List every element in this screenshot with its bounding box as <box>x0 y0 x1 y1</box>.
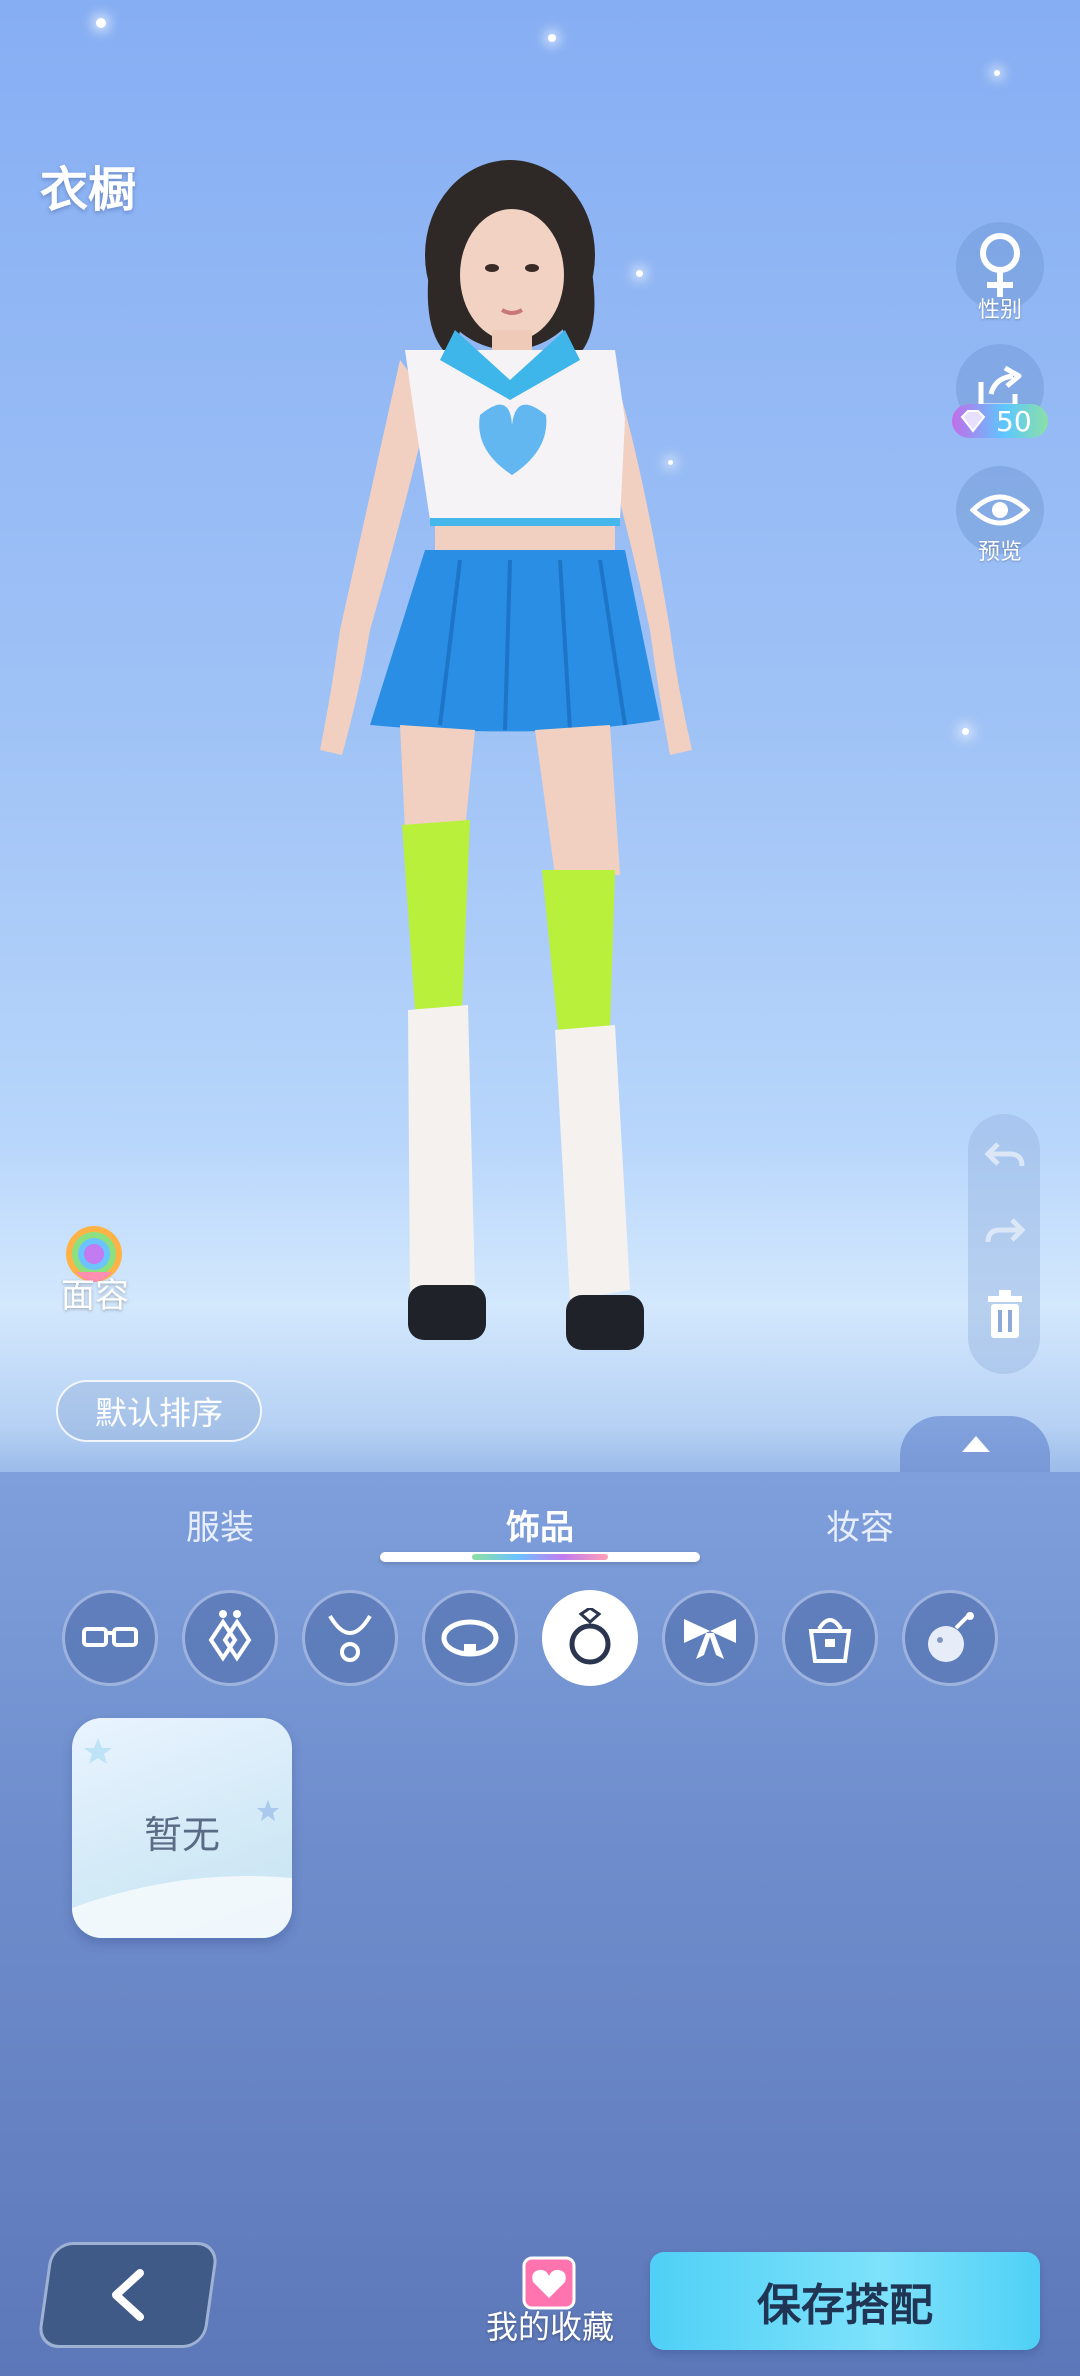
category-glasses[interactable] <box>62 1590 158 1686</box>
back-button[interactable] <box>36 2242 220 2348</box>
diamond-icon <box>960 410 986 433</box>
category-necklace[interactable] <box>302 1590 398 1686</box>
category-earrings[interactable] <box>182 1590 278 1686</box>
favorites-label[interactable]: 我的收藏 <box>480 2302 620 2348</box>
category-ring[interactable] <box>542 1590 638 1686</box>
sparkle <box>96 18 106 28</box>
face-label[interactable]: 面容 <box>40 1268 150 1317</box>
avatar-character[interactable] <box>280 130 720 1380</box>
trash-icon[interactable] <box>986 1290 1024 1338</box>
bracelet-icon <box>441 1619 499 1657</box>
tab-accessories[interactable]: 饰品 <box>440 1500 640 1549</box>
misc-accessory-icon <box>928 1612 974 1662</box>
ring-icon <box>569 1608 611 1665</box>
share-cost-value: 50 <box>996 404 1032 438</box>
page-title: 衣橱 <box>40 162 137 218</box>
female-icon <box>980 233 1020 297</box>
earrings-icon <box>208 1610 252 1662</box>
share-cost-badge: 50 <box>952 404 1048 438</box>
preview-label: 预览 <box>977 540 1022 565</box>
sparkle <box>994 70 1000 76</box>
chevron-left-icon <box>112 2269 144 2321</box>
bow-icon <box>684 1619 736 1659</box>
undo-icon[interactable] <box>984 1140 1026 1170</box>
category-bracelet[interactable] <box>422 1590 518 1686</box>
eye-icon <box>970 494 1030 526</box>
sort-button[interactable]: 默认排序 <box>56 1380 262 1442</box>
panel-collapse-toggle[interactable] <box>900 1416 1050 1474</box>
redo-icon[interactable] <box>984 1216 1026 1246</box>
empty-state-label: 暂无 <box>143 1813 220 1857</box>
glasses-icon <box>82 1627 138 1647</box>
active-tab-indicator <box>380 1552 700 1562</box>
sparkle <box>962 728 969 735</box>
save-outfit-button[interactable]: 保存搭配 <box>650 2252 1040 2350</box>
category-bow[interactable] <box>662 1590 758 1686</box>
tab-makeup[interactable]: 妆容 <box>760 1500 960 1549</box>
category-misc[interactable] <box>902 1590 998 1686</box>
handbag-icon <box>808 1618 852 1663</box>
empty-item-card: 暂无 <box>72 1718 292 1938</box>
necklace-icon <box>328 1614 372 1662</box>
edit-history-panel <box>968 1114 1040 1374</box>
sparkle <box>548 34 556 42</box>
category-handbag[interactable] <box>782 1590 878 1686</box>
gender-label: 性别 <box>977 298 1022 323</box>
tab-clothing[interactable]: 服装 <box>120 1500 320 1549</box>
